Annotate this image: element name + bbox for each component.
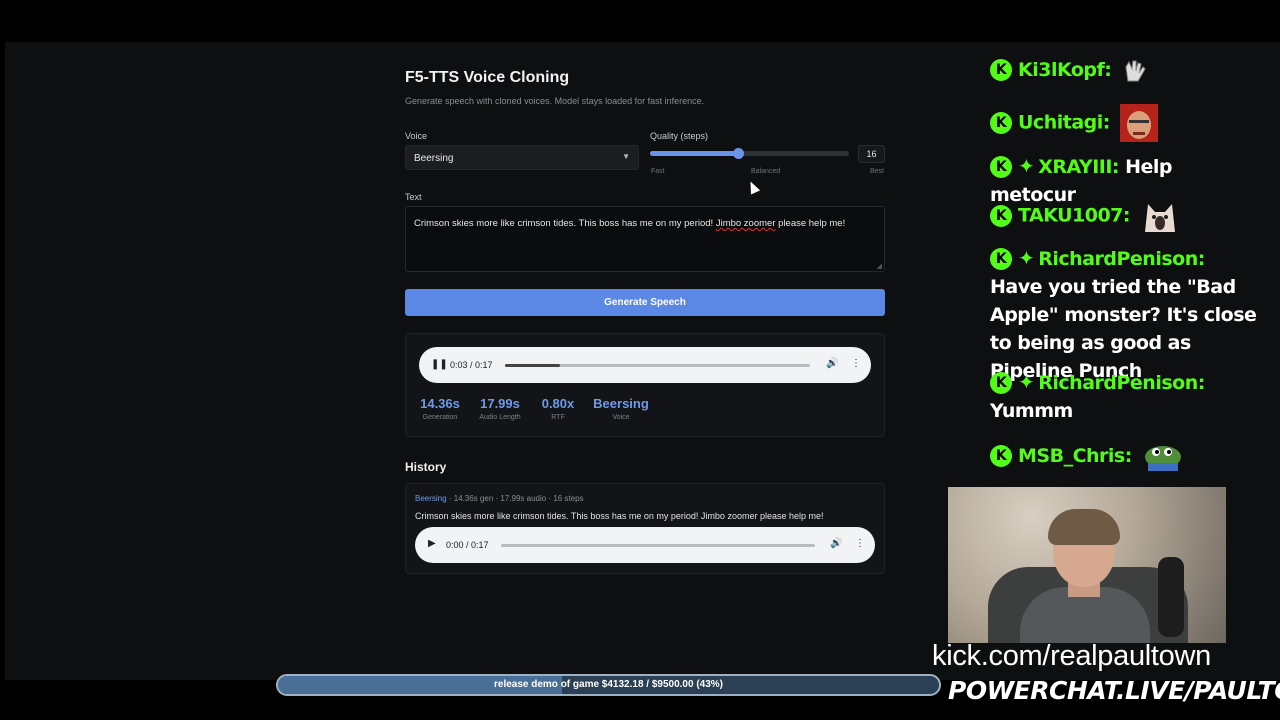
voice-select-value: Beersing [414,153,454,164]
text-label: Text [405,192,422,202]
history-item: Beersing · 14.36s gen · 17.99s audio · 1… [405,483,885,574]
volume-icon[interactable]: 🔊 [830,538,842,549]
resize-handle-icon[interactable]: ◢ [877,262,882,270]
volume-icon[interactable]: 🔊 [826,358,838,369]
emote-frog-icon [1144,445,1181,471]
tick-fast: Fast [651,168,665,175]
result-card: ❚❚ 0:03 / 0:17 🔊 ⋮ 14.36s Generation 17.… [405,333,885,437]
chat-message: K MSB_Chris: [990,442,1258,471]
stat-generation: 14.36s Generation [420,396,460,421]
text-input-value: Crimson skies more like crimson tides. T… [414,218,846,229]
audio-time: 0:00 / 0:17 [446,540,489,550]
kick-badge-icon: K [990,248,1012,270]
kick-badge-icon: K [990,156,1012,178]
page-subtitle: Generate speech with cloned voices. Mode… [405,96,705,106]
stat-rtf: 0.80x RTF [541,396,575,421]
tick-best: Best [870,168,885,175]
emote-hands-icon [1124,60,1146,81]
play-icon[interactable]: ▶ [428,538,436,549]
chat-message: K TAKU1007: [990,198,1258,234]
audio-time: 0:03 / 0:17 [450,360,493,370]
quality-slider-thumb[interactable] [732,148,744,159]
page-title: F5-TTS Voice Cloning [405,69,570,86]
voice-label: Voice [405,131,428,141]
stat-audio-length: 17.99s Audio Length [479,396,521,421]
quality-slider[interactable] [650,148,849,159]
result-audio-player[interactable]: ❚❚ 0:03 / 0:17 🔊 ⋮ [419,347,871,383]
donation-goal-bar: release demo of game $4132.18 / $9500.00… [276,674,941,696]
pause-icon[interactable]: ❚❚ [431,359,448,370]
audio-seek-progress [505,364,560,367]
chat-message: K Ki3lKopf: [990,56,1258,84]
chevron-down-icon: ▼ [622,152,630,161]
kick-badge-icon: K [990,372,1012,394]
chat-message: K Uchitagi: [990,104,1258,142]
history-item-meta: Beersing · 14.36s gen · 17.99s audio · 1… [415,494,584,503]
emote-cat-icon [1145,204,1176,232]
chat-message: K ✦ RichardPenison: Have you tried the "Ba… [990,246,1257,382]
webcam-feed [948,487,1226,643]
quality-label: Quality (steps) [650,131,709,141]
history-item-text: Crimson skies more like crimson tides. T… [415,511,824,521]
tick-balanced: Balanced [751,168,781,175]
emote-face-icon [1119,104,1158,142]
kick-badge-icon: K [990,445,1012,467]
history-audio-player[interactable]: ▶ 0:00 / 0:17 🔊 ⋮ [415,527,875,563]
powerchat-url-text: POWERCHAT.LIVE/PAULTOWN [948,676,1280,705]
kick-badge-icon: K [990,111,1012,134]
donation-goal-text: release demo of game $4132.18 / $9500.00… [493,679,724,690]
chat-message: K ✦ RichardPenison: Yummm [990,370,1205,422]
text-input[interactable]: Crimson skies more like crimson tides. T… [405,206,885,272]
kick-badge-icon: K [990,59,1012,81]
kick-url-text: kick.com/realpaultown [932,640,1211,672]
stat-voice: Beersing Voice [593,396,649,421]
gem-badge-icon: ✦ [1018,246,1035,270]
microphone-icon [1158,557,1184,637]
quality-steps-value[interactable]: 16 [858,145,885,163]
history-title: History [405,460,447,474]
gem-badge-icon: ✦ [1018,154,1035,178]
audio-seek-bar[interactable] [501,544,815,547]
audio-seek-bar[interactable] [505,364,810,367]
more-options-icon[interactable]: ⋮ [851,358,861,369]
quality-slider-fill [650,151,738,156]
generate-speech-button[interactable]: Generate Speech [405,289,885,316]
kick-badge-icon: K [990,204,1012,227]
voice-select[interactable]: Beersing ▼ [405,145,639,170]
more-options-icon[interactable]: ⋮ [855,538,865,549]
gem-badge-icon: ✦ [1018,370,1035,394]
